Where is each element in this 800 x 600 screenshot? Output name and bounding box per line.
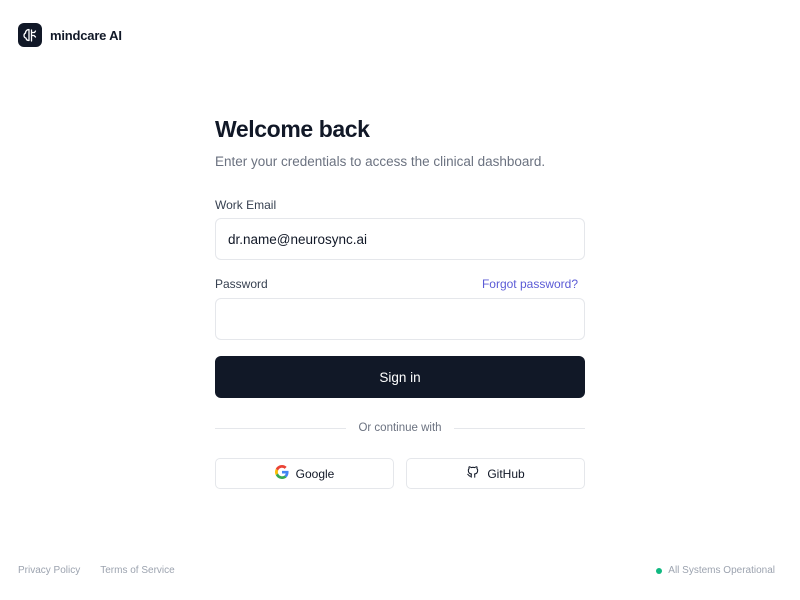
github-login-button[interactable]: GitHub <box>406 458 585 489</box>
password-label-row: Password Forgot password? <box>215 277 585 291</box>
brand-name: mindcare AI <box>50 27 122 43</box>
divider: Or continue with <box>215 422 586 434</box>
social-login-buttons: Google GitHub <box>215 458 585 489</box>
terms-of-service-link[interactable]: Terms of Service <box>100 565 174 576</box>
google-icon <box>274 465 289 482</box>
login-form: Welcome back Enter your credentials to a… <box>215 115 586 489</box>
sign-in-button[interactable]: Sign in <box>215 356 585 398</box>
forgot-password-link[interactable]: Forgot password? <box>482 277 578 291</box>
brand: mindcare AI <box>18 23 122 47</box>
divider-label: Or continue with <box>358 422 442 434</box>
password-label: Password <box>215 277 268 291</box>
page-title: Welcome back <box>215 116 370 142</box>
brain-icon <box>18 23 42 47</box>
system-status: All Systems Operational <box>656 565 775 576</box>
page-subtitle: Enter your credentials to access the cli… <box>215 154 546 169</box>
google-login-button[interactable]: Google <box>215 458 394 489</box>
privacy-policy-link[interactable]: Privacy Policy <box>18 565 80 576</box>
github-icon <box>466 465 480 482</box>
google-button-label: Google <box>295 466 335 481</box>
password-field[interactable] <box>215 298 585 340</box>
email-label: Work Email <box>215 198 277 212</box>
footer-links: Privacy Policy Terms of Service <box>18 565 175 576</box>
divider-line-right <box>453 427 586 429</box>
divider-line-left <box>215 427 347 429</box>
github-button-label: GitHub <box>487 466 525 481</box>
email-field[interactable] <box>215 218 585 260</box>
status-label: All Systems Operational <box>668 565 775 576</box>
status-dot-icon <box>656 567 663 574</box>
